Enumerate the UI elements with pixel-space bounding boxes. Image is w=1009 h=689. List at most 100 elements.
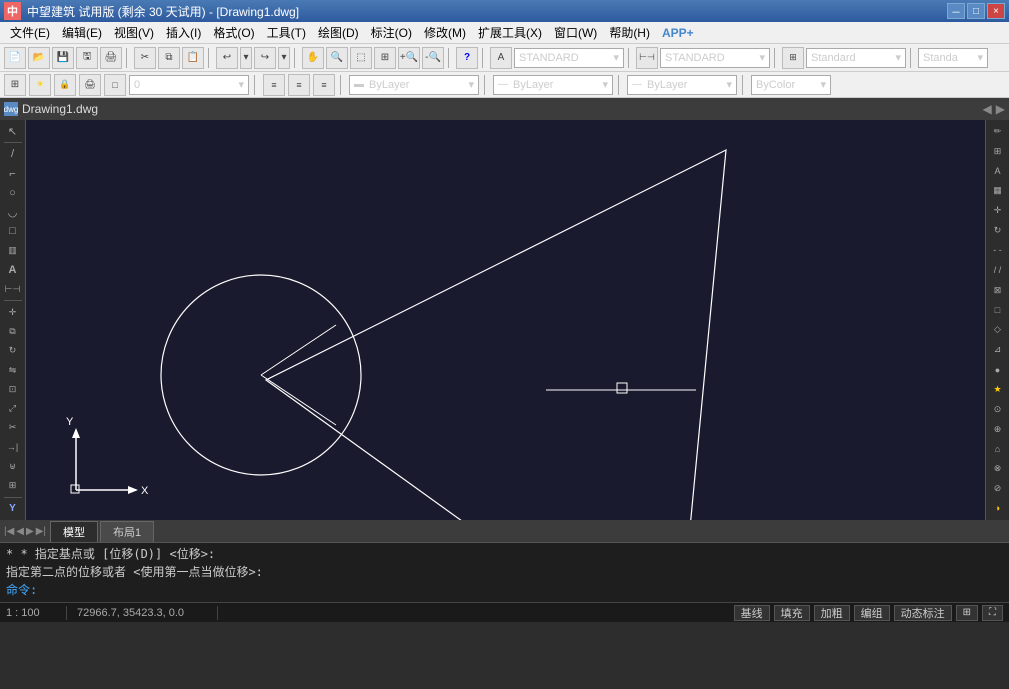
open-button[interactable]: 📂 [28, 47, 50, 69]
table-style-dropdown[interactable]: Standard ▾ [806, 48, 906, 68]
zoom-realtime[interactable]: 🔍 [326, 47, 348, 69]
text-style-dropdown[interactable]: STANDARD ▾ [514, 48, 624, 68]
hatch-tool[interactable]: ▥ [2, 242, 24, 260]
zoom-extents[interactable]: ⊞ [374, 47, 396, 69]
text-tool[interactable]: A [2, 261, 24, 279]
close-button[interactable]: × [987, 3, 1005, 19]
tab-last[interactable]: ▶| [36, 526, 46, 537]
move-tool[interactable]: ✛ [2, 303, 24, 321]
rt-btn-10[interactable]: □ [988, 301, 1008, 320]
undo-button[interactable]: ↩ [216, 47, 238, 69]
status-extra1[interactable]: ⊞ [956, 605, 978, 621]
array-tool[interactable]: ⊞ [2, 477, 24, 495]
bycolor-dropdown[interactable]: ByColor ▾ [751, 75, 831, 95]
new-button[interactable]: 📄 [4, 47, 26, 69]
tab-title[interactable]: Drawing1.dwg [22, 102, 98, 116]
redo-dropdown[interactable]: ▾ [278, 47, 290, 69]
menu-view[interactable]: 视图(V) [108, 22, 160, 43]
status-baseline[interactable]: 基线 [734, 605, 770, 621]
menu-app[interactable]: APP+ [656, 24, 700, 42]
tab-prev2[interactable]: ◀ [16, 526, 24, 537]
status-group[interactable]: 编组 [854, 605, 890, 621]
layer-match2[interactable]: ≡ [288, 74, 310, 96]
rt-btn-6[interactable]: ↻ [988, 221, 1008, 240]
layer-match[interactable]: ≡ [263, 74, 285, 96]
canvas-area[interactable]: Y X [26, 120, 985, 520]
menu-draw[interactable]: 绘图(D) [312, 22, 365, 43]
menu-edit[interactable]: 编辑(E) [56, 22, 108, 43]
menu-extend[interactable]: 扩展工具(X) [472, 22, 548, 43]
rt-btn-17[interactable]: ⌂ [988, 440, 1008, 459]
circle-tool[interactable]: ○ [2, 184, 24, 202]
rt-btn-12[interactable]: ⊿ [988, 340, 1008, 359]
status-bold[interactable]: 加粗 [814, 605, 850, 621]
rt-btn-18[interactable]: ⊗ [988, 459, 1008, 478]
menu-file[interactable]: 文件(E) [4, 22, 56, 43]
extra-style-dropdown[interactable]: Standa ▾ [918, 48, 988, 68]
bylayer-color-dropdown[interactable]: ▬ ByLayer ▾ [349, 75, 479, 95]
bylayer-linetype-dropdown[interactable]: — ByLayer ▾ [493, 75, 613, 95]
menu-format[interactable]: 格式(O) [207, 22, 260, 43]
stretch-tool[interactable]: ⤢ [2, 400, 24, 418]
extend-tool[interactable]: →| [2, 438, 24, 456]
rt-btn-2[interactable]: ⊞ [988, 142, 1008, 161]
rt-btn-3[interactable]: A [988, 162, 1008, 181]
rt-btn-20[interactable]: ◑ [988, 499, 1008, 518]
print-button[interactable]: 🖨 [100, 47, 122, 69]
rt-btn-15[interactable]: ⊙ [988, 400, 1008, 419]
dim-style-dropdown[interactable]: STANDARD ▾ [660, 48, 770, 68]
rt-btn-14[interactable]: ★ [988, 380, 1008, 399]
zoom-in[interactable]: +🔍 [398, 47, 420, 69]
layer-btn2[interactable]: ☀ [29, 74, 51, 96]
cut-button[interactable]: ✂ [134, 47, 156, 69]
help-button[interactable]: ? [456, 47, 478, 69]
rect-tool[interactable]: □ [2, 222, 24, 240]
status-fill[interactable]: 填充 [774, 605, 810, 621]
tab-model[interactable]: 模型 [50, 521, 98, 542]
copy-button[interactable]: ⧉ [158, 47, 180, 69]
layer-btn3[interactable]: 🔒 [54, 74, 76, 96]
tab-next[interactable]: ▶ [996, 102, 1005, 116]
rt-btn-19[interactable]: ⊘ [988, 479, 1008, 498]
zoom-window[interactable]: ⬚ [350, 47, 372, 69]
status-extra2[interactable]: ⛶ [982, 605, 1003, 621]
layer-input[interactable]: 0 ▾ [129, 75, 249, 95]
layer-props-button[interactable]: ⊞ [4, 74, 26, 96]
rotate-tool[interactable]: ↻ [2, 342, 24, 360]
menu-modify[interactable]: 修改(M) [418, 22, 472, 43]
select-tool[interactable]: ↖ [2, 122, 24, 140]
menu-dim[interactable]: 标注(O) [365, 22, 418, 43]
rt-btn-9[interactable]: ⊠ [988, 281, 1008, 300]
layer-btn5[interactable]: □ [104, 74, 126, 96]
menu-help[interactable]: 帮助(H) [603, 22, 656, 43]
rt-btn-13[interactable]: ● [988, 360, 1008, 379]
line-tool[interactable]: / [2, 145, 24, 163]
saveas-button[interactable]: 🖫 [76, 47, 98, 69]
zoom-out[interactable]: -🔍 [422, 47, 444, 69]
tab-layout1[interactable]: 布局1 [100, 521, 154, 542]
bylayer-lineweight-dropdown[interactable]: — ByLayer ▾ [627, 75, 737, 95]
pan-button[interactable]: ✋ [302, 47, 324, 69]
paste-button[interactable]: 📋 [182, 47, 204, 69]
rt-btn-1[interactable]: ✏ [988, 122, 1008, 141]
rt-btn-16[interactable]: ⊕ [988, 420, 1008, 439]
menu-window[interactable]: 窗口(W) [548, 22, 603, 43]
rt-btn-7[interactable]: - - [988, 241, 1008, 260]
tab-prev[interactable]: ◀ [983, 102, 992, 116]
menu-tools[interactable]: 工具(T) [261, 22, 312, 43]
redo-button[interactable]: ↪ [254, 47, 276, 69]
layer-match3[interactable]: ≡ [313, 74, 335, 96]
status-dynannot[interactable]: 动态标注 [894, 605, 952, 621]
mirror-tool[interactable]: ⇋ [2, 361, 24, 379]
trim-tool[interactable]: ✂ [2, 419, 24, 437]
undo-dropdown[interactable]: ▾ [240, 47, 252, 69]
menu-insert[interactable]: 插入(I) [160, 22, 207, 43]
rt-btn-5[interactable]: ✛ [988, 201, 1008, 220]
scale-tool[interactable]: ⊡ [2, 380, 24, 398]
minimize-button[interactable]: － [947, 3, 965, 19]
offset-tool[interactable]: ⊎ [2, 457, 24, 475]
rt-btn-4[interactable]: ▦ [988, 182, 1008, 201]
polyline-tool[interactable]: ⌐ [2, 164, 24, 182]
tab-next2[interactable]: ▶ [26, 526, 34, 537]
rt-btn-11[interactable]: ◇ [988, 320, 1008, 339]
